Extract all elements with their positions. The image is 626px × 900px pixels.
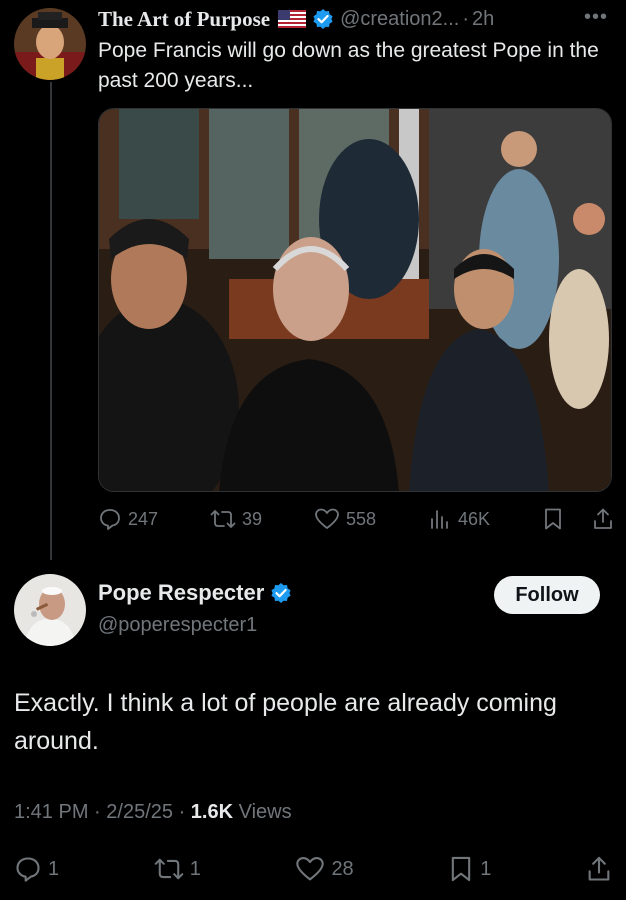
author-display-name-text: Pope Respecter — [98, 580, 265, 605]
like-count: 28 — [331, 857, 354, 880]
separator-dot: · — [462, 7, 469, 30]
views-icon — [431, 510, 448, 529]
like-button[interactable]: 558 — [314, 507, 376, 531]
repost-count: 39 — [242, 508, 263, 529]
separator-dot: · — [94, 801, 107, 823]
reply-button[interactable]: 1 — [14, 855, 59, 883]
repost-button[interactable]: 39 — [210, 507, 262, 531]
tweet-action-bar: 247 39 558 46K — [98, 504, 614, 534]
separator-dot: · — [178, 801, 191, 823]
us-flag-icon — [278, 10, 307, 28]
author-handle[interactable]: @creation2... — [340, 8, 459, 31]
tweet-time[interactable]: 1:41 PM — [14, 801, 88, 823]
author-handle[interactable]: @poperespecter1 — [98, 614, 257, 637]
tweet-text: Exactly. I think a lot of people are alr… — [14, 689, 557, 755]
share-button[interactable] — [586, 855, 612, 883]
like-count: 558 — [345, 508, 377, 529]
like-icon — [315, 508, 339, 529]
repost-count: 1 — [189, 857, 201, 880]
bookmark-icon[interactable] — [542, 507, 564, 531]
verified-icon — [312, 8, 334, 30]
like-icon — [296, 857, 325, 881]
tweet-text: Pope Francis will go down as the greates… — [98, 39, 599, 92]
bookmark-share-group — [542, 507, 614, 531]
reply-icon — [16, 857, 40, 882]
verified-icon — [270, 582, 292, 604]
share-icon[interactable] — [592, 507, 614, 531]
reply-count: 1 — [48, 857, 60, 880]
bookmark-count: 1 — [480, 857, 492, 880]
like-button[interactable]: 28 — [295, 855, 354, 883]
author-display-name[interactable]: Pope Respecter — [98, 580, 292, 606]
tweet-time[interactable]: 2h — [472, 8, 494, 31]
tweet-action-bar: 1 1 28 1 — [14, 852, 612, 886]
thread-connector-line — [50, 82, 52, 560]
bookmark-button[interactable]: 1 — [448, 855, 491, 883]
reply-icon — [100, 509, 120, 530]
repost-button[interactable]: 1 — [154, 855, 201, 883]
avatar[interactable] — [14, 574, 86, 646]
share-icon — [588, 856, 610, 881]
views-label: Views — [238, 801, 292, 823]
views-button[interactable]: 46K — [428, 507, 490, 531]
bookmark-icon — [452, 856, 471, 882]
repost-icon — [210, 510, 236, 528]
tweet-media-photo[interactable] — [98, 108, 612, 492]
avatar[interactable] — [14, 8, 86, 80]
repost-icon — [154, 858, 184, 880]
views-count: 46K — [457, 508, 491, 529]
tweet-header: The Art of Purpose @creation2... · 2h ••… — [98, 6, 618, 32]
tweet-date[interactable]: 2/25/25 — [106, 801, 173, 823]
tweet-meta: 1:41 PM · 2/25/25 · 1.6K Views — [14, 801, 292, 824]
author-display-name[interactable]: The Art of Purpose — [98, 7, 270, 32]
reply-button[interactable]: 247 — [98, 507, 158, 531]
more-options-icon[interactable]: ••• — [584, 6, 608, 29]
reply-count: 247 — [128, 508, 159, 529]
follow-button[interactable]: Follow — [494, 576, 600, 614]
views-count: 1.6K — [190, 801, 234, 823]
